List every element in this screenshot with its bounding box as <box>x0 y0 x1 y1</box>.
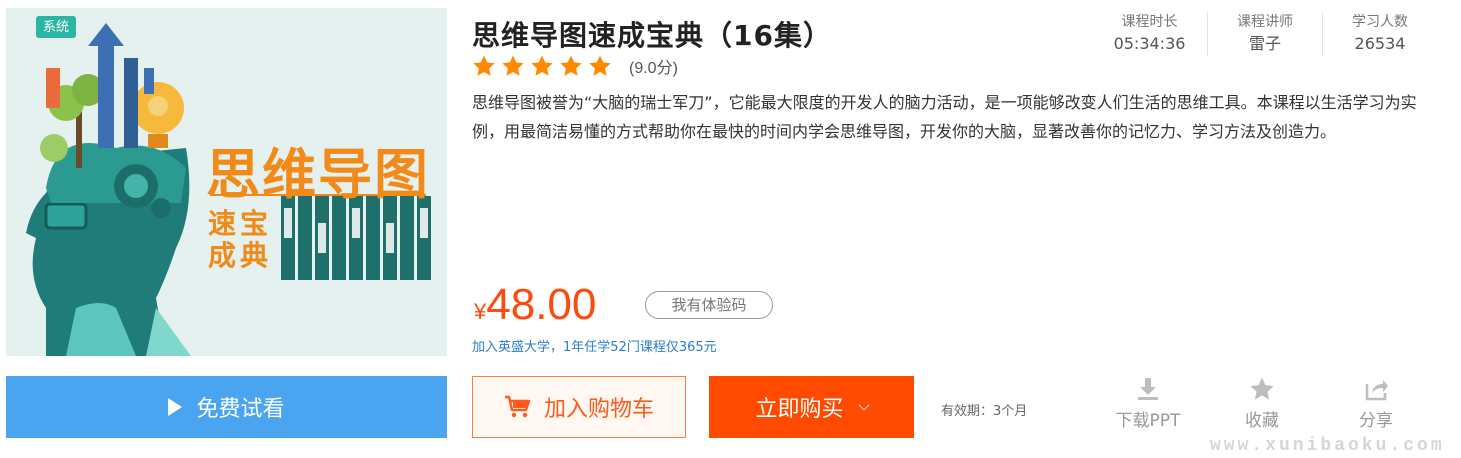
stat-duration: 课程时长 05:34:36 <box>1092 12 1207 56</box>
stat-instructor: 课程讲师 雷子 <box>1207 12 1322 56</box>
course-cover-image[interactable]: 系统 思维导图 速宝 成典 <box>6 8 447 356</box>
cover-title: 思维导图 <box>206 143 430 206</box>
chevron-down-icon[interactable] <box>857 398 870 411</box>
free-preview-button[interactable]: 免费试看 <box>6 376 447 438</box>
course-description: 思维导图被誉为“大脑的瑞士军刀”，它能最大限度的开发人的脑力活动，是一项能够改变… <box>472 93 1417 141</box>
currency-symbol: ¥ <box>474 299 487 324</box>
star-icon <box>559 54 583 78</box>
download-ppt-label: 下载PPT <box>1115 411 1181 431</box>
validity-period: 有效期：3个月 <box>941 404 1028 419</box>
share-label: 分享 <box>1359 411 1393 431</box>
stat-label: 学习人数 <box>1352 14 1408 30</box>
site-watermark: www.xunibaoku.com <box>1210 436 1445 456</box>
share-button[interactable]: 分享 <box>1336 376 1416 431</box>
course-stats: 课程时长 05:34:36 课程讲师 雷子 学习人数 26534 <box>1092 12 1437 56</box>
buy-now-button[interactable]: 立即购买 <box>709 376 914 438</box>
download-ppt-button[interactable]: 下载PPT <box>1108 376 1188 431</box>
free-preview-label: 免费试看 <box>196 397 285 422</box>
stat-value: 雷子 <box>1248 34 1281 53</box>
cover-subtitle-line-2: 成典 <box>208 239 273 272</box>
course-title: 思维导图速成宝典（16集） <box>472 19 832 52</box>
star-icon <box>501 54 525 78</box>
trial-code-button[interactable]: 我有体验码 <box>645 291 773 319</box>
stat-value: 26534 <box>1354 34 1406 53</box>
course-type-badge: 系统 <box>36 16 77 38</box>
cover-subtitle: 速宝 成典 <box>208 208 280 272</box>
add-to-cart-button[interactable]: 加入购物车 <box>472 376 686 438</box>
share-icon <box>1365 380 1388 401</box>
favorite-label: 收藏 <box>1245 411 1279 431</box>
course-rating: (9.0分) <box>472 54 678 78</box>
add-to-cart-label: 加入购物车 <box>543 397 654 422</box>
stat-value: 05:34:36 <box>1113 34 1186 53</box>
star-outline-icon <box>1250 377 1274 400</box>
favorite-button[interactable]: 收藏 <box>1222 376 1302 431</box>
stat-label: 课程讲师 <box>1237 14 1293 30</box>
stat-label: 课程时长 <box>1121 14 1178 30</box>
star-icon <box>472 54 496 78</box>
membership-promo-link[interactable]: 加入英盛大学，1年任学52门课程仅365元 <box>472 336 717 355</box>
star-icon <box>530 54 554 78</box>
play-icon <box>168 398 183 416</box>
stat-learners: 学习人数 26534 <box>1322 12 1437 56</box>
cover-subtitle-line-1: 速宝 <box>208 207 273 240</box>
price-amount: 48.00 <box>486 280 597 329</box>
star-icon <box>588 54 612 78</box>
cover-divider <box>210 194 426 196</box>
cart-icon <box>504 395 531 418</box>
download-icon <box>1138 378 1158 400</box>
buy-now-label: 立即购买 <box>755 397 844 422</box>
course-price: ¥48.00 <box>474 280 596 330</box>
rating-score: (9.0分) <box>629 60 678 77</box>
